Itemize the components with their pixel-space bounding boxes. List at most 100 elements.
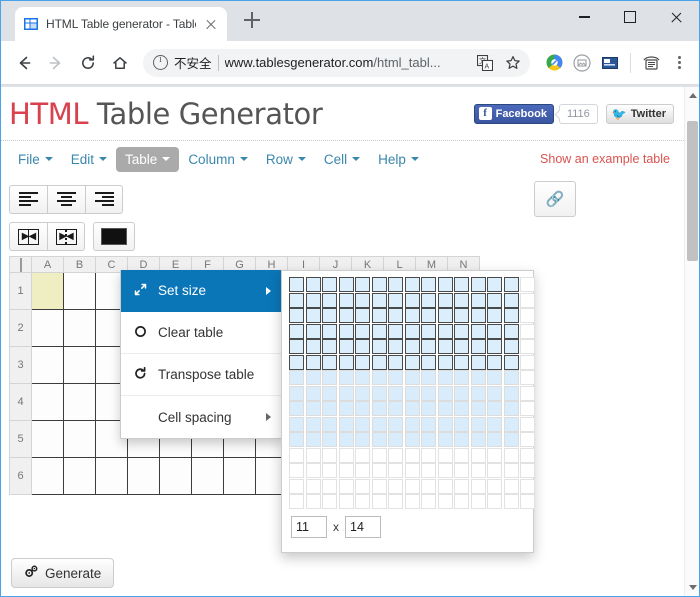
size-picker-cell[interactable]: [339, 448, 354, 463]
facebook-share-button[interactable]: f Facebook: [474, 104, 554, 124]
grid-cell[interactable]: [32, 273, 64, 310]
size-picker-cell[interactable]: [322, 370, 337, 385]
size-picker-cell[interactable]: [520, 308, 535, 323]
size-picker-cell[interactable]: [355, 432, 370, 447]
size-picker-cell[interactable]: [405, 494, 420, 509]
size-picker-cell[interactable]: [372, 494, 387, 509]
new-tab-button[interactable]: [239, 7, 265, 33]
size-picker-cell[interactable]: [487, 355, 502, 370]
menu-row[interactable]: Row: [257, 147, 315, 172]
size-picker-cell[interactable]: [289, 494, 304, 509]
size-picker-cell[interactable]: [487, 463, 502, 478]
size-picker-cell[interactable]: [339, 401, 354, 416]
size-picker-cell[interactable]: [421, 401, 436, 416]
size-picker-cell[interactable]: [289, 293, 304, 308]
size-picker-cell[interactable]: [306, 417, 321, 432]
size-picker-cell[interactable]: [388, 339, 403, 354]
size-picker-cell[interactable]: [339, 339, 354, 354]
size-picker-cell[interactable]: [322, 386, 337, 401]
browser-tab[interactable]: HTML Table generator - Tables: [15, 7, 227, 41]
row-header[interactable]: 5: [10, 421, 32, 458]
select-all-cell[interactable]: [10, 257, 32, 273]
adblock-icon[interactable]: [542, 51, 566, 75]
menu-edit[interactable]: Edit: [62, 147, 116, 172]
size-picker-cell[interactable]: [355, 339, 370, 354]
column-header[interactable]: B: [64, 257, 96, 273]
size-picker-cell[interactable]: [388, 479, 403, 494]
size-picker-cell[interactable]: [421, 386, 436, 401]
merge-cells-button[interactable]: ▶◀: [9, 222, 47, 251]
size-picker-cell[interactable]: [289, 339, 304, 354]
size-picker-cell[interactable]: [471, 417, 486, 432]
scroll-down-arrow-icon[interactable]: [689, 585, 697, 590]
size-picker-cell[interactable]: [454, 463, 469, 478]
size-picker-cell[interactable]: [405, 386, 420, 401]
size-picker-grid[interactable]: [289, 277, 526, 509]
window-close-button[interactable]: [653, 1, 699, 33]
size-picker-cell[interactable]: [306, 386, 321, 401]
size-picker-cell[interactable]: [372, 432, 387, 447]
size-picker-cell[interactable]: [454, 401, 469, 416]
row-header[interactable]: 6: [10, 458, 32, 495]
size-picker-cell[interactable]: [322, 308, 337, 323]
size-picker-cell[interactable]: [306, 355, 321, 370]
size-picker-cell[interactable]: [355, 293, 370, 308]
size-picker-cell[interactable]: [438, 448, 453, 463]
size-picker-cell[interactable]: [322, 417, 337, 432]
size-picker-cell[interactable]: [487, 277, 502, 292]
size-picker-cell[interactable]: [504, 494, 519, 509]
generate-button[interactable]: Generate: [11, 558, 114, 588]
size-picker-cell[interactable]: [454, 324, 469, 339]
size-picker-cell[interactable]: [520, 448, 535, 463]
size-picker-cell[interactable]: [520, 339, 535, 354]
size-picker-cell[interactable]: [405, 308, 420, 323]
size-picker-cell[interactable]: [322, 432, 337, 447]
size-picker-cell[interactable]: [487, 339, 502, 354]
size-picker-cell[interactable]: [454, 370, 469, 385]
grid-cell[interactable]: [64, 310, 96, 347]
size-picker-cell[interactable]: [438, 417, 453, 432]
size-picker-cell[interactable]: [289, 386, 304, 401]
size-picker-cell[interactable]: [487, 432, 502, 447]
split-cell-button[interactable]: ▶◀: [47, 222, 85, 251]
size-picker-cell[interactable]: [487, 448, 502, 463]
menu-file[interactable]: File: [9, 147, 62, 172]
grid-cell[interactable]: [224, 458, 256, 495]
insert-link-button[interactable]: 🔗: [534, 181, 576, 217]
grid-cell[interactable]: [64, 421, 96, 458]
size-picker-cell[interactable]: [289, 417, 304, 432]
size-picker-cell[interactable]: [421, 417, 436, 432]
size-picker-cell[interactable]: [438, 401, 453, 416]
size-picker-cell[interactable]: [289, 324, 304, 339]
size-picker-cell[interactable]: [355, 494, 370, 509]
scroll-up-arrow-icon[interactable]: [689, 93, 697, 98]
size-picker-cell[interactable]: [289, 432, 304, 447]
size-picker-cell[interactable]: [405, 432, 420, 447]
size-picker-cell[interactable]: [454, 417, 469, 432]
size-picker-cell[interactable]: [339, 479, 354, 494]
size-picker-cell[interactable]: [355, 417, 370, 432]
size-picker-cell[interactable]: [421, 293, 436, 308]
size-picker-cell[interactable]: [405, 417, 420, 432]
menu-item-set-size[interactable]: Set size: [121, 270, 282, 312]
menu-item-clear-table[interactable]: Clear table: [121, 312, 282, 354]
size-picker-cell[interactable]: [487, 401, 502, 416]
size-picker-cell[interactable]: [454, 308, 469, 323]
size-picker-cell[interactable]: [306, 324, 321, 339]
back-button[interactable]: [9, 48, 39, 78]
size-picker-cell[interactable]: [289, 479, 304, 494]
size-picker-cell[interactable]: [520, 463, 535, 478]
size-picker-cell[interactable]: [471, 324, 486, 339]
size-picker-cell[interactable]: [471, 463, 486, 478]
size-picker-cell[interactable]: [339, 417, 354, 432]
info-icon[interactable]: [153, 55, 168, 70]
size-picker-cell[interactable]: [454, 494, 469, 509]
size-picker-cell[interactable]: [454, 386, 469, 401]
grid-cell[interactable]: [64, 384, 96, 421]
menu-help[interactable]: Help: [369, 147, 428, 172]
size-picker-cell[interactable]: [388, 355, 403, 370]
size-picker-cell[interactable]: [421, 308, 436, 323]
cols-input[interactable]: [345, 516, 381, 538]
size-picker-cell[interactable]: [471, 448, 486, 463]
row-header[interactable]: 2: [10, 310, 32, 347]
